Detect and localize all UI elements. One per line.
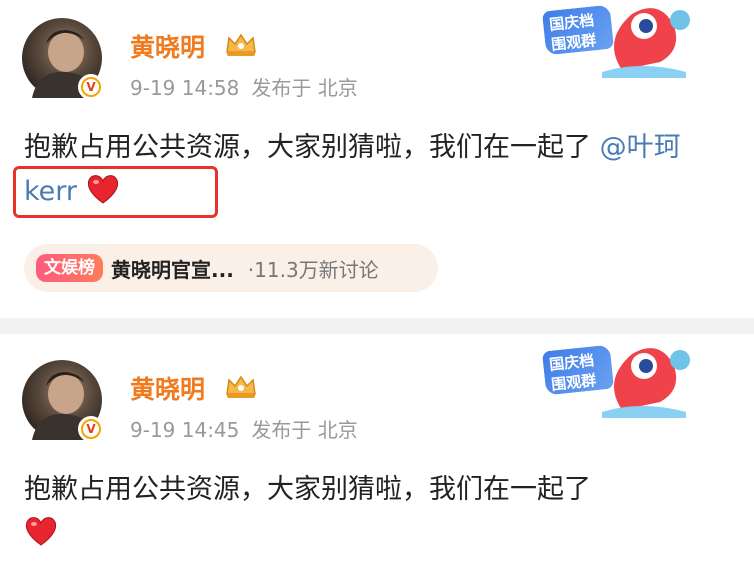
- post-time: 9-19 14:58: [130, 76, 240, 100]
- crown-icon: [226, 375, 256, 398]
- topic-count: ·11.3万新讨论: [247, 257, 379, 282]
- holiday-sticker: 国庆档 围观群众: [532, 340, 692, 420]
- holiday-sticker: 国庆档 围观群众: [532, 0, 692, 80]
- crown-icon: [226, 33, 256, 56]
- post-location: 发布于 北京: [251, 418, 358, 442]
- verified-badge-icon: V: [78, 74, 104, 100]
- post-separator: [0, 318, 754, 334]
- post-time: 9-19 14:45: [130, 418, 240, 442]
- weibo-post-1: V 黄晓明 9-19 14:58 发布于 北京 国庆档 围观群众 抱歉占用公共资源…: [0, 0, 754, 318]
- topic-tag: 文娱榜: [36, 254, 103, 282]
- topic-name: 黄晓明官宣...: [111, 257, 234, 282]
- post-meta: 9-19 14:45 发布于 北京: [130, 414, 370, 443]
- verified-badge-icon: V: [78, 416, 104, 442]
- post-text: 抱歉占用公共资源，大家别猜啦，我们在一起了: [24, 132, 600, 163]
- post-text: 抱歉占用公共资源，大家别猜啦，我们在一起了: [24, 474, 591, 505]
- username[interactable]: 黄晓明: [130, 370, 205, 406]
- post-content: 抱歉占用公共资源，大家别猜啦，我们在一起了: [24, 468, 724, 556]
- post-location: 发布于 北京: [251, 76, 358, 100]
- avatar[interactable]: V: [22, 360, 104, 442]
- red-heart-icon: [25, 517, 57, 546]
- weibo-post-2: V 黄晓明 9-19 14:45 发布于 北京 国庆档 围观群众 抱歉占用公共资源…: [0, 334, 754, 586]
- post-meta: 9-19 14:58 发布于 北京: [130, 72, 370, 101]
- username[interactable]: 黄晓明: [130, 28, 205, 64]
- avatar[interactable]: V: [22, 18, 104, 100]
- trending-topic-pill[interactable]: 文娱榜 黄晓明官宣... ·11.3万新讨论: [24, 244, 438, 292]
- highlight-annotation-box: [13, 166, 218, 218]
